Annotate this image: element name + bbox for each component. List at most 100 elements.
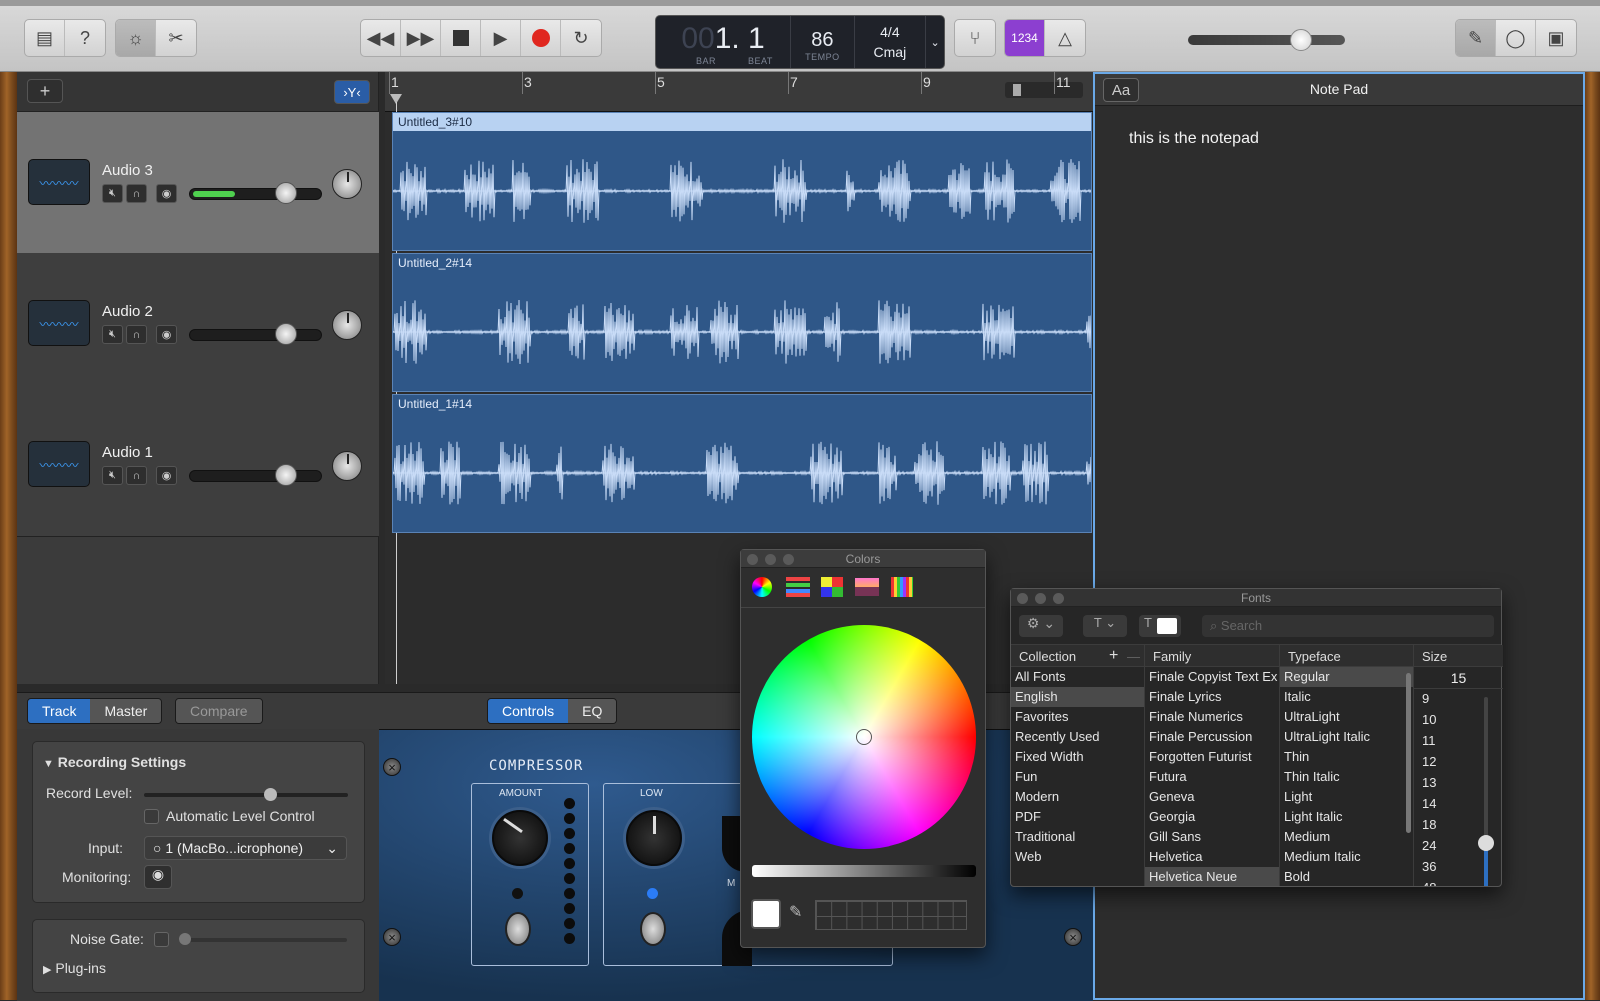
collection-item[interactable]: Modern <box>1011 787 1144 807</box>
lcd-display[interactable]: 00 1. 1 BAR BEAT 86 TEMPO 4/4 Cmaj ⌄ <box>655 15 945 69</box>
add-collection-icon[interactable]: + <box>1109 647 1118 665</box>
mute-button[interactable]: 🔇︎ <box>102 184 123 203</box>
typeface-item[interactable]: Thin Italic <box>1280 767 1413 787</box>
ruler[interactable]: 1357911 <box>385 72 1093 112</box>
typeface-item[interactable]: Medium <box>1280 827 1413 847</box>
family-item[interactable]: Helvetica Neue <box>1145 867 1279 886</box>
rewind-button[interactable]: ◀◀ <box>361 20 401 56</box>
toggle-switch[interactable] <box>505 912 531 946</box>
family-item[interactable]: Forgotten Futurist <box>1145 747 1279 767</box>
fast-forward-button[interactable]: ▶▶ <box>401 20 441 56</box>
catch-playhead-button[interactable]: ›Y‹ <box>334 80 370 104</box>
master-volume-knob[interactable] <box>1290 29 1312 51</box>
input-monitoring-button[interactable]: ◉ <box>156 184 177 203</box>
family-item[interactable]: Gill Sans <box>1145 827 1279 847</box>
editors-button[interactable]: ✂ <box>156 20 196 56</box>
lcd-menu-chevron-icon[interactable]: ⌄ <box>926 16 944 68</box>
smart-controls-button[interactable]: ☼ <box>116 20 156 56</box>
track-volume-slider[interactable] <box>189 329 322 341</box>
typeface-scrollbar[interactable] <box>1406 673 1411 833</box>
collection-item[interactable]: Favorites <box>1011 707 1144 727</box>
collection-item[interactable]: All Fonts <box>1011 667 1144 687</box>
typeface-item[interactable]: UltraLight Italic <box>1280 727 1413 747</box>
typeface-item[interactable]: Medium Italic <box>1280 847 1413 867</box>
auto-level-checkbox[interactable] <box>144 809 159 824</box>
size-item[interactable]: 10 <box>1414 710 1503 731</box>
eyedropper-icon[interactable]: ✎ <box>789 902 802 922</box>
quick-help-button[interactable]: ? <box>65 20 105 56</box>
input-monitoring-button[interactable]: ◉ <box>156 466 177 485</box>
track-volume-slider[interactable] <box>189 188 322 200</box>
size-slider-thumb[interactable] <box>1478 835 1494 851</box>
pan-knob[interactable] <box>332 310 362 340</box>
swatch-grid[interactable] <box>815 900 967 930</box>
track-volume-thumb[interactable] <box>275 323 297 345</box>
solo-button[interactable]: ∩ <box>126 184 147 203</box>
text-color-button[interactable]: T <box>1139 615 1181 637</box>
collection-item[interactable]: Fixed Width <box>1011 747 1144 767</box>
amount-knob[interactable] <box>492 810 548 866</box>
typeface-item[interactable]: Light <box>1280 787 1413 807</box>
tab-master[interactable]: Master <box>90 699 161 723</box>
family-item[interactable]: Geneva <box>1145 787 1279 807</box>
track-header[interactable]: 〰〰〰Audio 1🔇︎∩◉ <box>17 394 379 537</box>
compare-button[interactable]: Compare <box>176 699 262 723</box>
plugins-disclosure[interactable]: ▶ Plug-ins <box>43 960 106 976</box>
tab-track[interactable]: Track <box>28 699 90 723</box>
library-button[interactable]: ▤ <box>25 20 65 56</box>
audio-region[interactable]: Untitled_2#14 <box>392 253 1092 392</box>
solo-button[interactable]: ∩ <box>126 466 147 485</box>
collection-item[interactable]: Traditional <box>1011 827 1144 847</box>
brightness-slider[interactable] <box>752 865 976 877</box>
loop-browser-button[interactable]: ◯ <box>1496 20 1536 56</box>
family-item[interactable]: Finale Percussion <box>1145 727 1279 747</box>
size-item[interactable]: 36 <box>1414 857 1503 878</box>
track-volume-thumb[interactable] <box>275 182 297 204</box>
notepad-button[interactable]: ✎ <box>1456 20 1496 56</box>
minimize-icon[interactable] <box>765 554 776 565</box>
solo-button[interactable]: ∩ <box>126 325 147 344</box>
tuner-button[interactable]: ⑂ <box>955 20 995 56</box>
tab-eq[interactable]: EQ <box>568 699 616 723</box>
close-icon[interactable] <box>1017 593 1028 604</box>
track-header[interactable]: 〰〰〰Audio 2🔇︎∩◉ <box>17 253 379 396</box>
record-button[interactable] <box>521 20 561 56</box>
pan-knob[interactable] <box>332 451 362 481</box>
collection-item[interactable]: English <box>1011 687 1144 707</box>
color-wheel[interactable] <box>752 625 976 849</box>
play-button[interactable]: ▶ <box>481 20 521 56</box>
mute-button[interactable]: 🔇︎ <box>102 325 123 344</box>
zoom-icon[interactable] <box>1053 593 1064 604</box>
color-palettes-tab-icon[interactable] <box>821 577 843 597</box>
family-item[interactable]: Futura <box>1145 767 1279 787</box>
size-item[interactable]: 48 <box>1414 878 1503 886</box>
text-effects-button[interactable]: T ⌄ <box>1083 615 1127 637</box>
close-icon[interactable] <box>747 554 758 565</box>
typeface-item[interactable]: Thin <box>1280 747 1413 767</box>
input-monitoring-button[interactable]: ◉ <box>156 325 177 344</box>
size-item[interactable]: 9 <box>1414 689 1503 710</box>
record-level-slider[interactable] <box>144 793 348 797</box>
count-in-button[interactable]: 1234 <box>1005 20 1045 56</box>
minimize-icon[interactable] <box>1035 593 1046 604</box>
zoom-slider[interactable] <box>1005 82 1083 98</box>
zoom-icon[interactable] <box>783 554 794 565</box>
font-search-field[interactable]: ⌕ Search <box>1202 615 1494 637</box>
noise-gate-thumb[interactable] <box>179 933 191 945</box>
noise-gate-checkbox[interactable] <box>154 932 169 947</box>
typeface-item[interactable]: UltraLight <box>1280 707 1413 727</box>
size-item[interactable]: 12 <box>1414 752 1503 773</box>
size-slider[interactable] <box>1484 697 1488 886</box>
current-color-swatch[interactable] <box>751 899 781 929</box>
family-item[interactable]: Georgia <box>1145 807 1279 827</box>
cycle-button[interactable]: ↻ <box>561 20 601 56</box>
pan-knob[interactable] <box>332 169 362 199</box>
master-volume-slider[interactable] <box>1188 35 1345 45</box>
collection-item[interactable]: Fun <box>1011 767 1144 787</box>
remove-collection-icon[interactable]: — <box>1127 649 1140 664</box>
action-gear-button[interactable]: ⚙ ⌄ <box>1019 615 1063 637</box>
typeface-item[interactable]: Regular <box>1280 667 1413 687</box>
track-volume-thumb[interactable] <box>275 464 297 486</box>
metronome-button[interactable]: △ <box>1045 20 1085 56</box>
add-track-button[interactable]: + <box>27 79 63 103</box>
